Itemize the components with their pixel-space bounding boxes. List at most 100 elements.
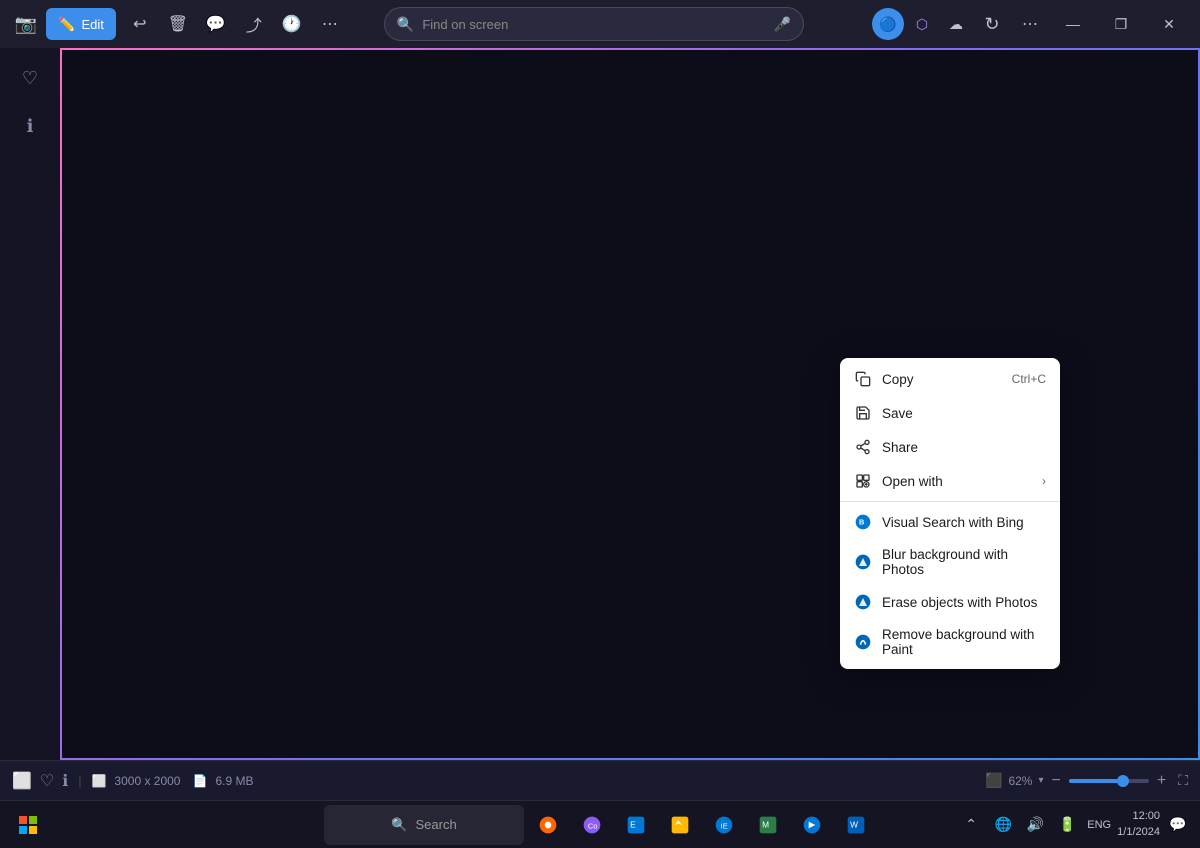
title-bar-right: 🔵 ⬡ ☁ ↻ ⋯ — ❐ ✕: [872, 6, 1192, 42]
zoom-control: ⬛ 62% ▾ − + ⛶: [985, 772, 1188, 790]
share-label: Share: [882, 440, 918, 455]
more-options-button[interactable]: ⋯: [312, 6, 348, 42]
undo-button[interactable]: ↩: [122, 6, 158, 42]
taskbar-time[interactable]: 12:00 1/1/2024: [1117, 809, 1160, 840]
statusbar-screen-icon[interactable]: ⬛: [985, 772, 1002, 789]
left-sidebar: ♡ ℹ: [0, 48, 60, 760]
taskbar-time-display: 12:00: [1117, 809, 1160, 824]
taskbar-volume-icon[interactable]: 🔊: [1021, 811, 1049, 839]
status-bar: ⬜ ♡ ℹ | ⬜ 3000 x 2000 📄 6.9 MB ⬛ 62% ▾ −…: [0, 760, 1200, 800]
context-menu-blur-bg[interactable]: Blur background with Photos: [840, 539, 1060, 585]
remove-bg-label: Remove background with Paint: [882, 627, 1046, 657]
taskbar-search-label: Search: [415, 817, 456, 832]
visual-search-label: Visual Search with Bing: [882, 515, 1024, 530]
statusbar-dimensions-icon: ⬜: [91, 774, 106, 788]
edit-button[interactable]: ✏️ Edit: [46, 8, 116, 40]
taskbar-center: 🔍 Search Co E: [324, 805, 876, 845]
save-icon: [854, 404, 872, 422]
search-input[interactable]: [422, 17, 765, 32]
taskbar-app-6[interactable]: M: [748, 805, 788, 845]
taskbar: 🔍 Search Co E: [0, 800, 1200, 848]
taskbar-app-3[interactable]: E: [616, 805, 656, 845]
taskbar-search[interactable]: 🔍 Search: [324, 805, 524, 845]
photos-blur-icon: [854, 553, 872, 571]
taskbar-search-icon: 🔍: [391, 817, 407, 833]
taskbar-app-7[interactable]: [792, 805, 832, 845]
taskbar-app-5[interactable]: IE: [704, 805, 744, 845]
erase-objects-label: Erase objects with Photos: [882, 595, 1037, 610]
context-menu-share[interactable]: Share: [840, 430, 1060, 464]
history-button[interactable]: 🕐: [274, 6, 310, 42]
taskbar-battery-icon[interactable]: 🔋: [1053, 811, 1081, 839]
expand-icon[interactable]: ⛶: [1178, 772, 1188, 789]
paint-remove-icon: [854, 633, 872, 651]
top-icons: 🔵 ⬡ ☁: [872, 8, 972, 40]
search-icon: 🔍: [397, 16, 414, 33]
share-button[interactable]: ⤴: [236, 6, 272, 42]
minimize-button[interactable]: —: [1050, 8, 1096, 40]
taskbar-network-icon[interactable]: 🌐: [989, 811, 1017, 839]
statusbar-filesize-icon: 📄: [192, 774, 207, 788]
statusbar-zoom-value: 62%: [1008, 774, 1032, 788]
search-bar: 🔍 🎤: [384, 7, 804, 41]
open-with-label: Open with: [882, 474, 943, 489]
context-menu-visual-search[interactable]: B Visual Search with Bing: [840, 505, 1060, 539]
taskbar-app-1[interactable]: [528, 805, 568, 845]
context-menu-open-with[interactable]: Open with ›: [840, 464, 1060, 498]
taskbar-notification-icon[interactable]: 💬: [1164, 811, 1192, 839]
sidebar-icon-2[interactable]: ℹ: [8, 104, 52, 148]
statusbar-dimensions: 3000 x 2000: [114, 774, 180, 788]
chevron-down-icon[interactable]: ▾: [1038, 775, 1043, 786]
statusbar-icon-1[interactable]: ⬜: [12, 771, 32, 791]
taskbar-right: ⌃ 🌐 🔊 🔋 ENG 12:00 1/1/2024 💬: [957, 809, 1192, 840]
statusbar-filesize: 6.9 MB: [215, 774, 253, 788]
edit-label: Edit: [81, 17, 103, 32]
refresh-button[interactable]: ↻: [974, 6, 1010, 42]
close-button[interactable]: ✕: [1146, 8, 1192, 40]
context-menu-save[interactable]: Save: [840, 396, 1060, 430]
copy-shortcut: Ctrl+C: [1012, 372, 1046, 386]
context-menu-erase-objects[interactable]: Erase objects with Photos: [840, 585, 1060, 619]
sidebar-icon-1[interactable]: ♡: [8, 56, 52, 100]
share-icon: [854, 438, 872, 456]
taskbar-app-4[interactable]: [660, 805, 700, 845]
taskbar-keyboard-icon[interactable]: ENG: [1085, 811, 1113, 839]
delete-button[interactable]: 🗑: [160, 6, 196, 42]
cloud-button[interactable]: ☁: [940, 8, 972, 40]
svg-text:W: W: [850, 819, 858, 829]
taskbar-app-2[interactable]: Co: [572, 805, 612, 845]
statusbar-heart-icon[interactable]: ♡: [40, 771, 54, 791]
bing-icon: B: [854, 513, 872, 531]
title-bar-left: 📷 ✏️ Edit ↩ 🗑 💬 ⤴ 🕐 ⋯: [8, 6, 348, 42]
mic-icon[interactable]: 🎤: [773, 16, 790, 33]
main-container: ♡ ℹ: [0, 48, 1200, 760]
zoom-out-button[interactable]: −: [1050, 772, 1063, 790]
zoom-fill: [1069, 779, 1119, 783]
taskbar-chevron[interactable]: ⌃: [957, 811, 985, 839]
context-menu: Copy Ctrl+C Save: [840, 358, 1060, 669]
zoom-thumb: [1117, 775, 1129, 787]
svg-text:B: B: [859, 518, 864, 527]
taskbar-app-8[interactable]: W: [836, 805, 876, 845]
svg-text:IE: IE: [721, 821, 728, 830]
svg-text:Co: Co: [588, 821, 598, 830]
image-viewer: Copy Ctrl+C Save: [60, 48, 1200, 760]
context-menu-remove-bg[interactable]: Remove background with Paint: [840, 619, 1060, 665]
more-button[interactable]: ⋯: [1012, 6, 1048, 42]
zoom-in-button[interactable]: +: [1155, 772, 1168, 790]
icon-button-2[interactable]: ⬡: [906, 8, 938, 40]
chat-button[interactable]: 💬: [198, 6, 234, 42]
restore-button[interactable]: ❐: [1098, 8, 1144, 40]
svg-text:E: E: [630, 819, 636, 829]
copy-label: Copy: [882, 372, 914, 387]
icon-button-1[interactable]: 🔵: [872, 8, 904, 40]
copy-icon: [854, 370, 872, 388]
svg-text:M: M: [762, 819, 769, 829]
blur-bg-label: Blur background with Photos: [882, 547, 1046, 577]
zoom-slider[interactable]: [1069, 779, 1149, 783]
statusbar-info-icon[interactable]: ℹ: [62, 771, 68, 791]
open-with-arrow: ›: [1042, 474, 1046, 488]
photos-erase-icon: [854, 593, 872, 611]
start-button[interactable]: [8, 805, 48, 845]
context-menu-copy[interactable]: Copy Ctrl+C: [840, 362, 1060, 396]
